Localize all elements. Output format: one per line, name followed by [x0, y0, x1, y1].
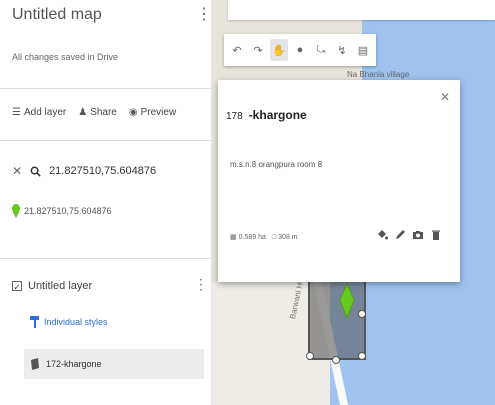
- undo-icon[interactable]: ↶: [228, 39, 246, 61]
- polygon-vertex[interactable]: [358, 310, 366, 318]
- search-icon: [30, 166, 41, 177]
- divider: [0, 258, 212, 259]
- layer-visibility-checkbox[interactable]: ✓: [12, 281, 22, 292]
- individual-styles-label: Individual styles: [44, 317, 108, 327]
- perimeter-stat: □ 308 m: [272, 234, 298, 241]
- feature-measurements: ▦ 0.589 ha □ 308 m: [230, 233, 298, 242]
- redo-icon[interactable]: ↷: [249, 39, 267, 61]
- layer-more-vert-icon[interactable]: ⋮: [194, 276, 208, 293]
- place-label: Na Bhanla village: [347, 70, 410, 79]
- marker-icon[interactable]: ●: [291, 39, 309, 61]
- search-query[interactable]: 21.827510,75.604876: [49, 165, 156, 177]
- layer-name[interactable]: Untitled layer: [28, 280, 92, 292]
- feature-number: 178: [226, 111, 243, 122]
- perimeter-icon: □: [271, 233, 277, 241]
- feature-name: -khargone: [248, 108, 307, 122]
- close-icon[interactable]: ✕: [12, 164, 22, 178]
- polygon-vertex[interactable]: [358, 352, 366, 360]
- search-result-item[interactable]: 21.827510,75.604876: [12, 204, 112, 218]
- delete-icon[interactable]: [430, 228, 442, 242]
- map-toolbar: ↶ ↷ ✋ ● ⤿ ↯ ▤: [224, 34, 376, 66]
- paint-bucket-icon[interactable]: [376, 228, 388, 242]
- directions-icon[interactable]: ↯: [333, 39, 351, 61]
- map-title[interactable]: Untitled map: [12, 6, 102, 24]
- paint-roller-icon: [30, 316, 39, 328]
- hand-icon[interactable]: ✋: [270, 39, 288, 61]
- polygon-vertex[interactable]: [306, 352, 314, 360]
- feature-info-card: ✕ 178 -khargone m.s.n.8 orangpura room 8 …: [218, 80, 460, 282]
- polygon-icon: [31, 358, 39, 370]
- polygon-vertex[interactable]: [332, 356, 340, 364]
- add-layer-button[interactable]: ☰ Add layer: [12, 107, 66, 118]
- share-label: Share: [90, 107, 117, 118]
- left-panel: Untitled map ⋮ All changes saved in Driv…: [0, 0, 212, 405]
- map-search-bar[interactable]: [228, 0, 495, 20]
- feature-title: 178 -khargone: [226, 108, 307, 122]
- area-stat: ▦ 0.589 ha: [230, 233, 266, 242]
- preview-button[interactable]: ◉ Preview: [129, 107, 176, 118]
- map-actions: ☰ Add layer ♟ Share ◉ Preview: [12, 107, 176, 118]
- map-pin-icon[interactable]: [340, 284, 354, 318]
- preview-label: Preview: [140, 107, 177, 118]
- search-result-header: ✕ 21.827510,75.604876: [12, 164, 156, 178]
- result-coordinates: 21.827510,75.604876: [24, 206, 112, 216]
- feature-label: 172-khargone: [46, 359, 102, 369]
- saved-status: All changes saved in Drive: [12, 52, 119, 62]
- area-value: 0.589 ha: [238, 233, 266, 241]
- individual-styles-link[interactable]: Individual styles: [30, 316, 108, 328]
- share-button[interactable]: ♟ Share: [78, 107, 117, 118]
- divider: [0, 140, 212, 141]
- perimeter-value: 308 m: [278, 233, 298, 241]
- divider: [0, 88, 212, 89]
- person-add-icon: ♟: [78, 107, 88, 118]
- layer-header: ✓ Untitled layer: [12, 280, 92, 292]
- layers-icon: ☰: [12, 107, 21, 118]
- green-pin-icon: [12, 204, 20, 218]
- more-vert-icon[interactable]: ⋮: [196, 4, 212, 24]
- add-layer-label: Add layer: [23, 107, 67, 118]
- close-icon[interactable]: ✕: [440, 90, 450, 104]
- edit-pencil-icon[interactable]: [394, 228, 406, 242]
- card-toolbar: [376, 228, 442, 242]
- ruler-icon[interactable]: ▤: [354, 39, 372, 61]
- eye-icon: ◉: [128, 107, 138, 118]
- draw-line-icon[interactable]: ⤿: [312, 39, 330, 61]
- feature-description: m.s.n.8 orangpura room 8: [230, 160, 323, 169]
- area-icon: ▦: [230, 234, 237, 241]
- camera-icon[interactable]: [412, 228, 424, 242]
- layer-feature-item[interactable]: 172-khargone: [24, 349, 204, 379]
